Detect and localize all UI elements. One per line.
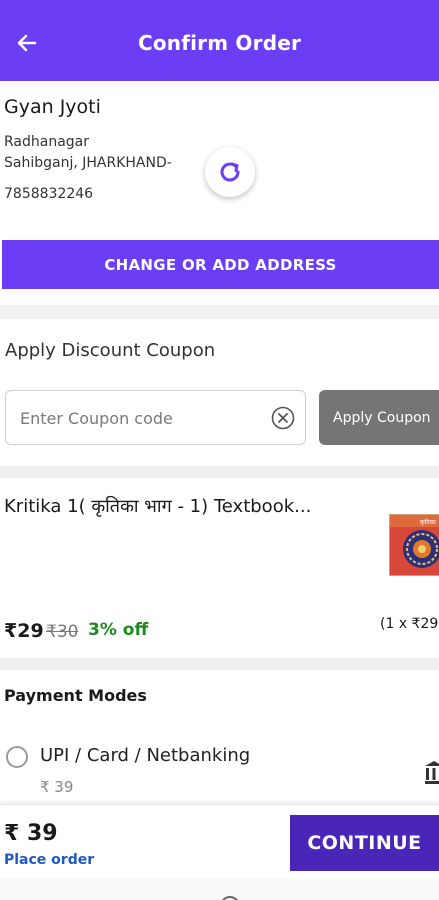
address-line-2: Sahibganj, JHARKHAND- bbox=[4, 155, 172, 171]
svg-text:कृतिका: कृतिका bbox=[420, 518, 436, 526]
continue-button[interactable]: CONTINUE bbox=[290, 815, 439, 871]
page-title: Confirm Order bbox=[137, 31, 302, 55]
address-phone: 7858832246 bbox=[4, 186, 94, 202]
payment-option-label[interactable]: UPI / Card / Netbanking bbox=[40, 745, 250, 766]
apply-coupon-button[interactable]: Apply Coupon bbox=[319, 390, 439, 445]
clear-circle-icon[interactable] bbox=[271, 406, 295, 430]
refresh-icon bbox=[205, 147, 255, 197]
section-divider bbox=[0, 466, 439, 478]
payment-option-amount: ₹ 39 bbox=[40, 778, 74, 796]
payment-modes-title: Payment Modes bbox=[4, 686, 147, 705]
payment-option-radio[interactable] bbox=[6, 746, 28, 768]
product-image[interactable]: कृतिका bbox=[389, 514, 439, 576]
coupon-field[interactable] bbox=[5, 390, 306, 445]
product-quantity: (1 x ₹29) bbox=[380, 616, 439, 632]
checkout-bar: ₹ 39 Place order CONTINUE bbox=[0, 804, 439, 878]
section-divider bbox=[0, 658, 439, 670]
product-mrp: ₹30 bbox=[46, 622, 79, 642]
order-total: ₹ 39 bbox=[4, 821, 58, 846]
product-title[interactable]: Kritika 1( कृतिका भाग - 1) Textbook... bbox=[4, 494, 311, 518]
address-line-1: Radhanagar bbox=[4, 134, 90, 150]
confirm-order-screen: Confirm Order Gyan Jyoti Radhanagar Sahi… bbox=[0, 0, 439, 900]
product-discount: 3% off bbox=[88, 620, 149, 640]
product-price: ₹29 bbox=[4, 620, 44, 642]
coupon-input[interactable] bbox=[20, 407, 260, 429]
place-order-label: Place order bbox=[4, 852, 95, 868]
coupon-section-title: Apply Discount Coupon bbox=[5, 340, 216, 361]
address-name: Gyan Jyoti bbox=[4, 96, 101, 118]
section-divider bbox=[0, 305, 439, 319]
system-nav-bar bbox=[0, 878, 439, 900]
change-address-button[interactable]: CHANGE OR ADD ADDRESS bbox=[2, 240, 439, 289]
bank-icon bbox=[424, 760, 439, 786]
app-header: Confirm Order bbox=[0, 0, 439, 81]
